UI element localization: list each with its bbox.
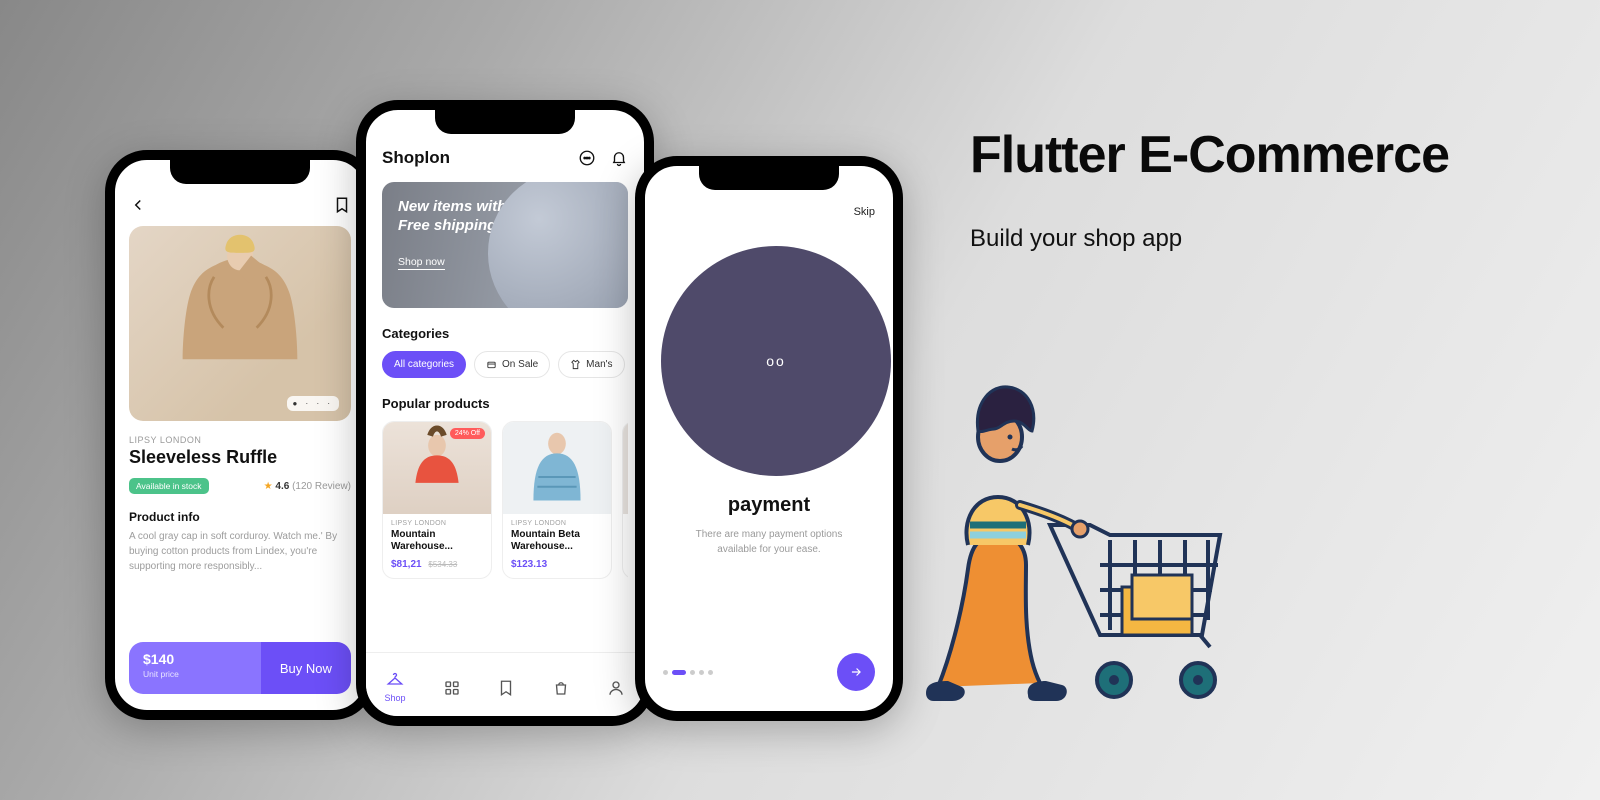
headline-block: Flutter E-Commerce Build your shop app [970, 125, 1510, 253]
hero-banner[interactable]: New items withFree shipping Shop now [382, 182, 628, 308]
next-button[interactable] [837, 653, 875, 691]
phone-notch [435, 108, 575, 134]
phone-product-detail: ● · · · LIPSY LONDON Sleeveless Ruffle A… [105, 150, 375, 720]
onboarding-art: oo [661, 246, 891, 476]
page-dots [663, 670, 713, 675]
skip-button[interactable]: Skip [854, 206, 875, 218]
headline-title: Flutter E-Commerce [970, 125, 1510, 185]
categories-heading: Categories [382, 326, 628, 341]
hero-cta-link[interactable]: Shop now [398, 256, 445, 270]
hanger-icon [386, 672, 404, 690]
tab-shop[interactable]: Shop [384, 672, 405, 703]
buy-bar: $140 Unit price Buy Now [129, 642, 351, 694]
product-info-body: A cool gray cap in soft corduroy. Watch … [129, 529, 351, 574]
onboarding-title: payment [661, 494, 877, 517]
product-title: Sleeveless Ruffle [129, 447, 351, 468]
arrow-right-icon [849, 665, 863, 679]
phone-onboarding: Skip oo payment There are many payment o… [635, 156, 903, 721]
tab-bag[interactable] [552, 679, 570, 697]
shirt-icon [570, 359, 581, 370]
category-chips: All categories On Sale Man's [382, 351, 628, 378]
product-image: ● · · · [129, 226, 351, 421]
chip-all-categories[interactable]: All categories [382, 351, 466, 378]
bookmark-icon [497, 679, 515, 697]
grid-icon [443, 679, 461, 697]
sale-icon [486, 359, 497, 370]
shopper-illustration [900, 375, 1240, 745]
product-rating: ★ 4.6 (120 Review) [264, 481, 351, 492]
bell-icon[interactable] [610, 149, 628, 167]
product-info-heading: Product info [129, 510, 351, 524]
tab-categories[interactable] [443, 679, 461, 697]
tab-profile[interactable] [607, 679, 625, 697]
popular-heading: Popular products [382, 396, 628, 411]
product-card[interactable]: LIPSY LONDON Mountain Beta Warehouse... … [502, 421, 612, 579]
chip-on-sale[interactable]: On Sale [474, 351, 550, 378]
phone-notch [170, 158, 310, 184]
bottom-tabbar: Shop [366, 652, 644, 716]
tab-saved[interactable] [497, 679, 515, 697]
bag-icon [552, 679, 570, 697]
headline-subtitle: Build your shop app [970, 225, 1510, 253]
chat-icon[interactable] [578, 149, 596, 167]
onboarding-subtitle: There are many payment options available… [661, 527, 877, 557]
star-icon: ★ [264, 481, 273, 492]
sweater-illustration [129, 226, 351, 406]
product-brand: LIPSY LONDON [129, 435, 351, 445]
stock-badge: Available in stock [129, 478, 209, 494]
bookmark-icon[interactable] [333, 196, 351, 214]
sale-badge: 24% Off [450, 428, 485, 439]
phone-home: Shoplon New items withFree shipping Shop… [356, 100, 654, 726]
chip-mans[interactable]: Man's [558, 351, 624, 378]
user-icon [607, 679, 625, 697]
thumb-illustration [503, 422, 611, 512]
buy-now-button[interactable]: Buy Now [261, 642, 351, 694]
product-card[interactable]: 24% Off LIPSY LONDON Mountain Warehouse.… [382, 421, 492, 579]
phone-notch [699, 164, 839, 190]
product-card[interactable]: LIPSY LONDON FS 27 [622, 421, 628, 579]
carousel-dots[interactable]: ● · · · [287, 396, 340, 411]
price-block: $140 Unit price [129, 642, 261, 694]
app-brand: Shoplon [382, 148, 450, 168]
back-icon[interactable] [129, 196, 147, 214]
